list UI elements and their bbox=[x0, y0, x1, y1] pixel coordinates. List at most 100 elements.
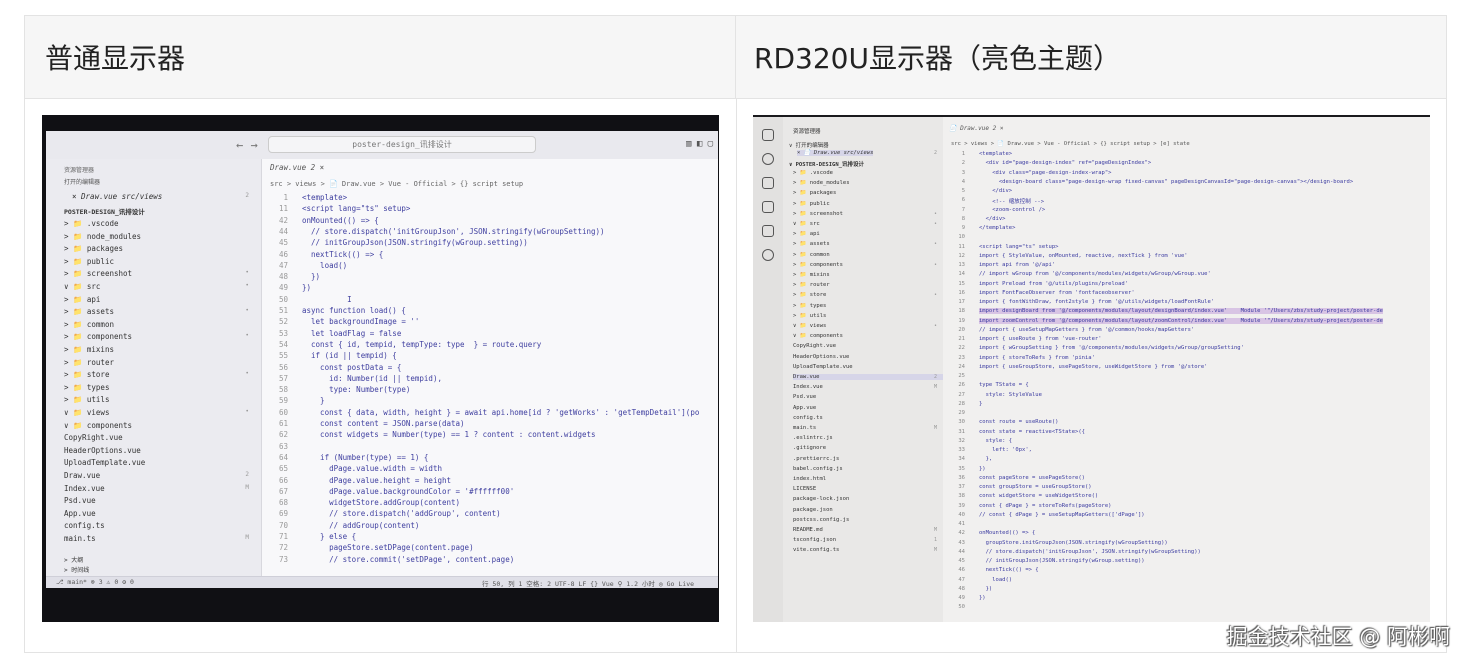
tree-item: > 📁 screenshot bbox=[64, 269, 133, 279]
breadcrumb: src > views > 📄 Draw.vue > Vue - Officia… bbox=[951, 141, 1190, 147]
code-line: const widgetStore = useWidgetStore() bbox=[979, 493, 1099, 500]
tree-item: ∨ 📁 components bbox=[793, 333, 843, 340]
code-line: groupStore.initGroupJson(JSON.stringify(… bbox=[979, 539, 1168, 546]
line-number: 48 bbox=[278, 272, 288, 282]
line-number: 2 bbox=[961, 160, 965, 167]
code-line: const pageStore = usePageStore() bbox=[979, 474, 1085, 481]
code-line: let backgroundImage = '' bbox=[302, 317, 420, 327]
code-line: import { fontWithDraw, font2style } from… bbox=[979, 299, 1215, 305]
line-number: 24 bbox=[958, 363, 965, 370]
project-root: ∨ POSTER-DESIGN_讯排设计 bbox=[789, 162, 864, 168]
tree-item: > 📁 types bbox=[793, 302, 827, 309]
explorer-sidebar: 资源管理器 ∨ 打开的编辑器 × 📄 Draw.vue src/views 2 ∨ P… bbox=[783, 117, 944, 622]
tree-item: config.ts bbox=[793, 414, 823, 421]
line-number: 25 bbox=[958, 373, 965, 379]
code-line: dPage.value.backgroundColor = '#ffffff00… bbox=[302, 486, 515, 496]
code-line: // store.commit('setDPage', content.page… bbox=[302, 554, 515, 564]
line-number: 50 bbox=[958, 604, 965, 611]
nav-arrows: ← → bbox=[236, 138, 258, 152]
tree-item: .gitignore bbox=[793, 445, 827, 452]
line-number: 10 bbox=[958, 234, 965, 241]
code-line: let loadFlag = false bbox=[302, 328, 402, 338]
header-rd320u-monitor: RD320U显示器（亮色主题） bbox=[736, 16, 1446, 99]
line-number: 46 bbox=[278, 249, 288, 259]
code-line: import { storeToRefs } from 'pinia' bbox=[979, 354, 1095, 361]
line-number: 1 bbox=[283, 193, 288, 202]
tree-item: ∨ 📁 views bbox=[64, 408, 110, 417]
tree-item: package-lock.json bbox=[793, 496, 850, 503]
line-number: 73 bbox=[278, 554, 288, 564]
line-number: 15 bbox=[958, 280, 965, 287]
tree-item-badge: M bbox=[933, 384, 937, 391]
tree-item: > 📁 api bbox=[64, 294, 101, 304]
tree-item-badge: • bbox=[245, 282, 249, 289]
line-number: 21 bbox=[958, 336, 965, 342]
code-line: </div> bbox=[979, 188, 1013, 194]
explorer-title: 资源管理器 bbox=[793, 129, 821, 135]
line-number: 7 bbox=[961, 206, 965, 213]
tree-item: Psd.vue bbox=[793, 394, 817, 401]
line-number: 42 bbox=[958, 530, 965, 537]
line-number: 51 bbox=[278, 306, 288, 315]
tree-item: LICENSE bbox=[793, 486, 817, 493]
line-number: 59 bbox=[278, 396, 288, 406]
code-line: import zoomControl from '@/components/mo… bbox=[979, 317, 1383, 324]
code-line: const { data, width, height } = await ap… bbox=[302, 407, 700, 417]
open-editor-item: × 📄 Draw.vue src/views bbox=[797, 150, 874, 156]
code-line: load() bbox=[302, 260, 348, 270]
timeline-section: > 时间线 bbox=[64, 567, 90, 574]
code-line: pageStore.setDPage(content.page) bbox=[302, 543, 474, 553]
tree-item: UploadTemplate.vue bbox=[793, 363, 853, 370]
tree-item: > 📁 packages bbox=[793, 190, 837, 197]
open-editor-badge: 2 bbox=[933, 150, 937, 156]
tree-item: > 📁 assets bbox=[793, 241, 830, 248]
line-number: 23 bbox=[958, 354, 965, 361]
code-line: import { useGroupStore, usePageStore, us… bbox=[979, 363, 1208, 370]
activity-bar bbox=[753, 117, 784, 622]
tree-item: Index.vue bbox=[793, 384, 823, 391]
line-number: 43 bbox=[958, 539, 965, 546]
line-number: 5 bbox=[961, 188, 965, 194]
tree-item-badge: • bbox=[933, 292, 937, 299]
tree-item-badge: • bbox=[933, 210, 937, 217]
tree-item: > 📁 api bbox=[793, 231, 820, 238]
status-right: 行 50, 列 1 空格: 2 UTF-8 LF {} Vue ⚲ 1.2 小时… bbox=[482, 580, 695, 588]
line-number: 16 bbox=[958, 289, 965, 296]
tree-item: > 📁 router bbox=[793, 282, 830, 289]
line-number: 29 bbox=[958, 410, 965, 416]
tree-item: CopyRight.vue bbox=[64, 433, 123, 443]
outline-section: > 大纲 bbox=[64, 557, 84, 564]
files-icon bbox=[762, 129, 774, 141]
tree-item: main.ts bbox=[64, 534, 96, 543]
code-line: // import wGroup from '@/components/modu… bbox=[979, 271, 1211, 278]
line-number: 1 bbox=[961, 151, 965, 157]
photo-normal-monitor: ← → poster-design_讯排设计 ▥ ◧ ▢ 资源管理器 打开的编辑… bbox=[42, 115, 719, 622]
code-line: left: '0px', bbox=[979, 447, 1032, 453]
code-editor: 📄 Draw.vue 2 × src > views > 📄 Draw.vue … bbox=[943, 117, 1430, 622]
layout-icons: ▥ ◧ ▢ bbox=[686, 139, 714, 149]
code-line: I bbox=[302, 294, 352, 304]
line-number: 14 bbox=[958, 271, 965, 278]
code-line: import { wGroupSetting } from '@/compone… bbox=[979, 345, 1244, 352]
line-number: 45 bbox=[958, 558, 965, 564]
tree-item: > 📁 public bbox=[64, 256, 114, 266]
title-bar: ← → poster-design_讯排设计 ▥ ◧ ▢ bbox=[46, 131, 718, 160]
code-line: style: { bbox=[979, 437, 1013, 444]
tree-item: App.vue bbox=[793, 404, 817, 411]
code-line: <zoom-control /> bbox=[979, 206, 1046, 213]
editor-screen: 资源管理器 ∨ 打开的编辑器 × 📄 Draw.vue src/views 2 ∨ P… bbox=[753, 117, 1430, 622]
tree-item: tsconfig.json bbox=[793, 537, 837, 544]
code-line: async function load() { bbox=[302, 306, 406, 315]
code-line: const postData = { bbox=[302, 362, 402, 372]
code-line: <design-board class="page-design-wrap fi… bbox=[979, 178, 1354, 185]
tree-item: ∨ 📁 src bbox=[793, 221, 820, 227]
line-number: 34 bbox=[958, 456, 965, 463]
code-line: const widgets = Number(type) == 1 ? cont… bbox=[302, 430, 596, 440]
line-number: 19 bbox=[958, 317, 965, 324]
line-number: 3 bbox=[961, 169, 965, 176]
tree-item: > 📁 store bbox=[793, 292, 827, 299]
line-number: 32 bbox=[958, 437, 965, 444]
tree-item-badge: • bbox=[933, 241, 937, 248]
code-line: import api from '@/api' bbox=[979, 262, 1056, 268]
code-line: <template> bbox=[979, 151, 1013, 157]
